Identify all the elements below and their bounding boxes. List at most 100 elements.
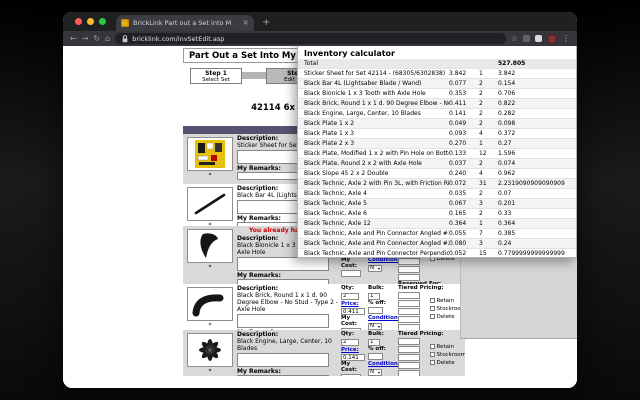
calc-item-total: 0.385 [498,229,576,238]
condition-select[interactable]: N▾ [368,265,382,272]
calc-row: Black Technic, Axle and Pin Connector An… [298,229,576,239]
calc-row: Black Technic, Axle 120.36410.364 [298,219,576,229]
url-bar[interactable]: bricklink.com/invSetEdit.asp [115,33,506,44]
price-input[interactable] [341,354,365,361]
tiered-price-input[interactable] [398,338,420,345]
tiered-price-input[interactable] [398,346,420,353]
tiered-price-input[interactable] [398,266,420,273]
pct-off-input[interactable] [368,307,383,314]
footnote-marker[interactable]: * [183,264,237,271]
tiered-price-input[interactable] [398,292,420,299]
tiered-price-input[interactable] [398,316,420,323]
calc-row: Sticker Sheet for Set 42114 - (68305/630… [298,69,576,79]
calc-item-qty: 2 [479,79,498,88]
set-number-heading: 42114 6x [183,103,295,113]
part-image-cell: * [183,185,237,226]
item-fields-cell: Qty:Price:My Cost:Bulk:% off:Condition:N… [339,285,465,330]
my-remarks-label: My Remarks: [237,329,339,330]
description-textarea[interactable] [237,257,329,271]
calc-item-price: 0.411 [449,99,479,108]
calc-item-qty: 1 [479,219,498,228]
retain-checkbox[interactable] [430,298,435,303]
tiered-price-input[interactable] [398,324,420,331]
extension-icon-2[interactable] [535,35,542,42]
calc-item-qty: 2 [479,89,498,98]
calc-item-price: 0.072 [449,179,479,188]
footnote-marker[interactable]: * [183,172,237,179]
step-1-box: Step 1 Select Set [190,68,242,84]
stockroom-checkbox[interactable] [430,306,435,311]
description-textarea[interactable] [237,353,329,367]
calc-item-total: 0.154 [498,79,576,88]
item-description: Black Brick, Round 1 x 1 d. 90 Degree El… [237,292,339,313]
tiered-grid-wrap: RetainStockroomDelete [398,292,465,331]
bulk-condition-column: Bulk:% off:Condition:N▾ [368,331,395,376]
footnote-marker[interactable]: * [183,222,237,226]
tiered-price-input[interactable] [398,354,420,361]
profile-avatar[interactable] [547,34,557,44]
my-remarks-label: My Remarks: [237,272,339,279]
browser-menu-icon[interactable]: ⋮ [562,34,570,44]
calc-row: Black Plate, Modified 1 x 2 with Pin Hol… [298,149,576,159]
tiered-price-input[interactable] [398,300,420,307]
condition-link[interactable]: Condition: [368,258,395,264]
calc-row: Black Technic, Axle 40.03520.07 [298,189,576,199]
home-icon[interactable]: ⌂ [105,34,110,44]
calc-item-total: 3.842 [498,69,576,78]
tiered-price-input[interactable] [398,370,420,377]
calc-row: Black Bionicle 1 x 3 Tooth with Axle Hol… [298,89,576,99]
window-close-button[interactable] [75,18,82,25]
reload-icon[interactable]: ↻ [93,34,100,44]
tiered-price-input[interactable] [398,274,420,281]
tiered-price-input[interactable] [398,308,420,315]
popup-extension-panel [460,257,577,339]
part-image-cell: * [183,285,237,330]
condition-link[interactable]: Condition: [368,316,395,322]
bionicle-tooth-icon [188,230,232,262]
calc-item-qty: 2 [479,159,498,168]
footnote-marker[interactable]: * [183,322,237,329]
calc-item-qty: 15 [479,249,498,258]
stockroom-checkbox[interactable] [430,352,435,357]
price-input[interactable] [341,308,365,315]
delete-checkbox[interactable] [430,360,435,365]
tab-close-icon[interactable]: × [242,19,249,27]
window-minimize-button[interactable] [87,18,94,25]
condition-select[interactable]: N▾ [368,369,382,376]
qty-input[interactable] [341,293,359,300]
delete-checkbox[interactable] [430,314,435,319]
qty-input[interactable] [341,339,359,346]
new-tab-button[interactable]: + [254,15,278,31]
pct-off-input[interactable] [368,353,383,360]
condition-link[interactable]: Condition: [368,362,395,368]
my-cost-input[interactable] [341,270,361,277]
url-text: bricklink.com/invSetEdit.asp [132,35,224,43]
tiered-price-input[interactable] [398,362,420,369]
price-link[interactable]: Price: [341,348,365,354]
browser-toolbar: ← → ↻ ⌂ bricklink.com/invSetEdit.asp ☆ ⋮ [63,31,577,46]
calc-row: Black Plate 1 x 30.09340.372 [298,129,576,139]
calc-item-description: Black Technic, Axle 12 [298,219,449,228]
calc-item-total: 0.706 [498,89,576,98]
browser-tab[interactable]: BrickLink Part out a Set into M × [116,15,254,31]
my-cost-input[interactable] [341,328,361,330]
footnote-marker[interactable]: * [183,368,237,375]
condition-select[interactable]: N▾ [368,323,382,330]
description-textarea[interactable] [237,314,329,328]
my-remarks-input[interactable] [237,279,329,284]
retain-checkbox[interactable] [430,344,435,349]
my-remarks-input[interactable] [237,375,329,376]
bookmark-star-icon[interactable]: ☆ [511,34,518,44]
calc-item-total: 0.372 [498,129,576,138]
bulk-input[interactable] [368,339,380,346]
tiered-price-input[interactable] [398,258,420,265]
my-cost-input[interactable] [341,374,361,376]
back-icon[interactable]: ← [70,34,77,44]
calc-item-qty: 2 [479,109,498,118]
calc-row: Black Technic, Axle 50.06730.201 [298,199,576,209]
forward-icon[interactable]: → [82,34,89,44]
price-link[interactable]: Price: [341,302,365,308]
extension-icon[interactable] [523,35,530,42]
window-zoom-button[interactable] [99,18,106,25]
bulk-input[interactable] [368,293,380,300]
